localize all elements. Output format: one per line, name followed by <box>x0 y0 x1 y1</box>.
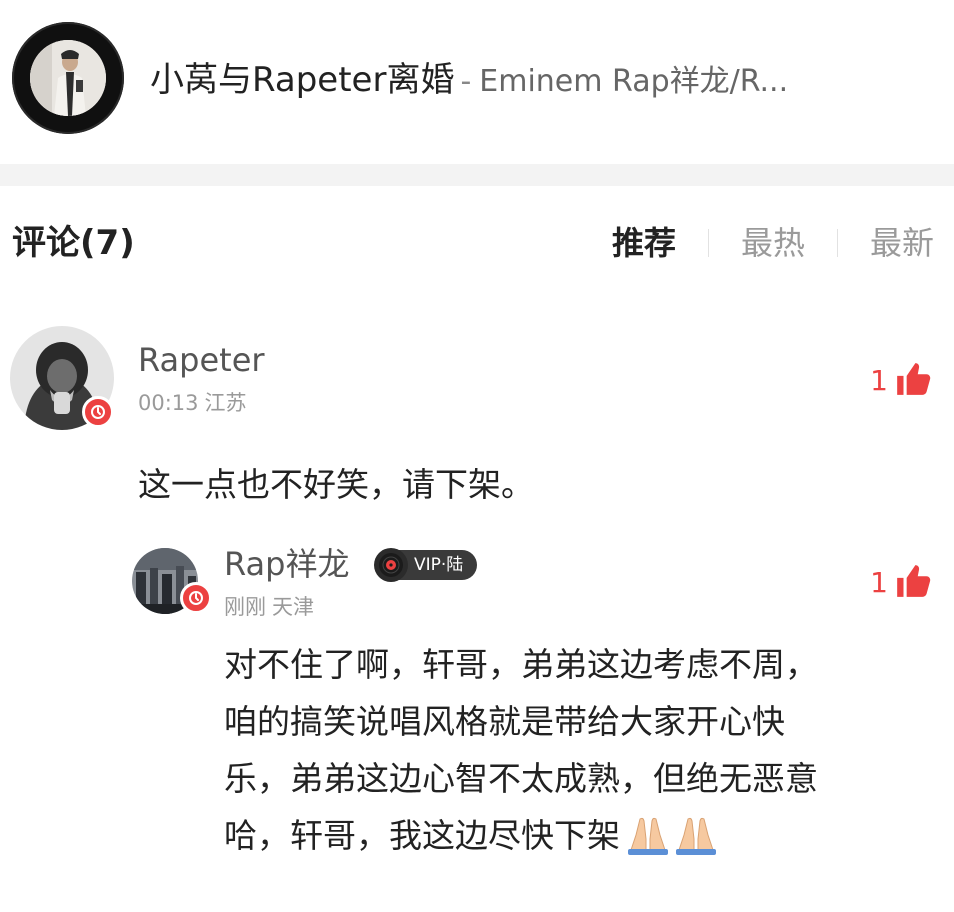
tab-hottest[interactable]: 最热 <box>741 218 805 268</box>
comment-meta: 00:13 江苏 <box>138 388 247 418</box>
reply-text-line: 对不住了啊，轩哥，弟弟这边考虑不周， <box>224 645 818 684</box>
vinyl-icon <box>374 548 408 582</box>
reply-text-line: 咱的搞笑说唱风格就是带给大家开心快 <box>224 702 785 741</box>
tab-divider <box>836 229 838 257</box>
comment-text: 这一点也不好笑，请下架。 <box>138 465 534 504</box>
praying-hands-emoji <box>626 815 718 855</box>
like-button[interactable]: 1 <box>870 360 932 402</box>
like-count: 1 <box>870 566 888 599</box>
like-count: 1 <box>870 364 888 397</box>
tab-divider <box>707 229 709 257</box>
reply-meta: 刚刚 天津 <box>224 592 314 622</box>
song-title: 小莴与Rapeter离婚 <box>150 60 455 100</box>
reply-text-line: 哈，轩哥，我这边尽快下架 <box>224 816 620 855</box>
comment-time: 00:13 <box>138 391 199 415</box>
sort-tabs: 推荐 最热 最新 <box>612 218 934 268</box>
title-separator: - <box>460 64 472 99</box>
song-title-line[interactable]: 小莴与Rapeter离婚 - Eminem Rap祥龙/R... <box>150 54 940 108</box>
reply-time: 刚刚 <box>224 595 266 619</box>
reply-text: 对不住了啊，轩哥，弟弟这边考虑不周， 咱的搞笑说唱风格就是带给大家开心快 乐，弟… <box>224 636 944 864</box>
section-divider <box>0 164 954 186</box>
vip-badge[interactable]: VIP·陆 <box>374 548 478 582</box>
tab-newest[interactable]: 最新 <box>870 218 934 268</box>
thumbs-up-icon <box>894 360 932 402</box>
tab-recommended[interactable]: 推荐 <box>612 218 676 268</box>
comment-location: 江苏 <box>204 391 247 415</box>
song-header[interactable]: 小莴与Rapeter离婚 - Eminem Rap祥龙/R... <box>0 0 954 162</box>
thumbs-up-icon <box>894 562 932 604</box>
comment-username[interactable]: Rapeter <box>138 338 265 382</box>
reply-text-last-line: 哈，轩哥，我这边尽快下架 <box>224 807 944 864</box>
song-artist: Eminem Rap祥龙/R... <box>479 64 789 99</box>
music-badge-icon <box>82 396 114 428</box>
album-disc[interactable] <box>12 22 124 134</box>
reply-text-line: 乐，弟弟这边心智不太成熟，但绝无恶意 <box>224 759 818 798</box>
music-badge-icon <box>180 582 212 614</box>
album-cover-art <box>30 40 106 116</box>
comments-count-title: 评论(7) <box>12 223 135 263</box>
like-button[interactable]: 1 <box>870 562 932 604</box>
reply-location: 天津 <box>272 595 314 619</box>
reply-username[interactable]: Rap祥龙 <box>224 542 349 586</box>
